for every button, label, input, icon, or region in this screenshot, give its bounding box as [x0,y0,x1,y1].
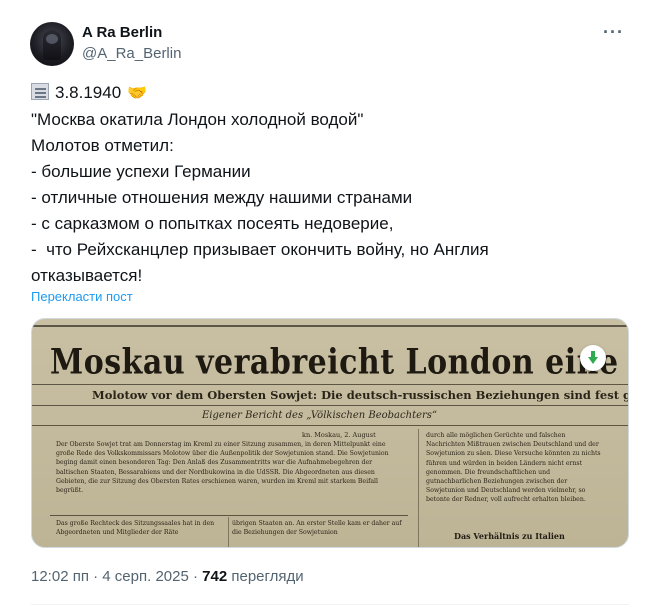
post-line: - с сарказмом о попытках посеять недовер… [31,214,394,233]
newspaper-column-head: Das Verhältnis zu Italien [454,531,565,541]
post-line: - большие успехи Германии [31,162,251,181]
newspaper-emoji-icon [31,83,49,100]
post-line: - отличные отношения между нашими страна… [31,188,413,207]
avatar[interactable] [30,22,74,66]
paper-rule [32,384,628,385]
column-divider [228,517,229,547]
post-time[interactable]: 12:02 пп [31,568,89,585]
newspaper-column: Das große Rechteck des Sitzungssaales ha… [56,520,215,537]
newspaper-headline: Moskau verabreicht London eine kalte Dus… [50,342,628,383]
meta-separator: · [88,568,103,585]
paper-rule [50,515,408,516]
author-handle[interactable]: @A_Ra_Berlin [82,45,181,62]
post-date[interactable]: 4 серп. 2025 [102,568,189,585]
meta-separator: · [188,568,203,585]
divider [31,604,629,605]
newspaper-column: Der Oberste Sowjet trat am Donnerstag im… [56,441,389,495]
post-line: - что Рейхсканцлер призывает окончить во… [31,240,489,259]
views-label: перегляди [231,568,304,585]
translate-post-link[interactable]: Перекласти пост [31,289,133,304]
post-text: 3.8.1940 🤝 "Москва окатила Лондон холодно… [31,80,591,289]
newspaper-column: durch alle möglichen Gerüchte und falsch… [426,432,601,504]
post-date: 3.8.1940 [55,83,122,102]
post-meta: 12:02 пп · 4 серп. 2025 · 742 перегляди [31,568,304,585]
newspaper-column: übrigen Staaten an. An erster Stelle kam… [232,520,402,537]
paper-rule [32,405,628,406]
views-count: 742 [202,568,228,585]
download-arrow-icon [588,351,598,364]
post-line-date: 3.8.1940 🤝 [31,80,591,107]
author-name[interactable]: A Ra Berlin [82,24,162,41]
column-divider [418,429,419,547]
post-line: "Москва окатила Лондон холодной водой" [31,110,364,129]
post-line: Молотов отметил: [31,136,174,155]
post-line: отказывается! [31,266,143,285]
newspaper-subhead: Molotow vor dem Obersten Sowjet: Die deu… [92,388,628,402]
handshake-emoji-icon: 🤝 [127,85,148,102]
download-icon[interactable] [580,345,606,371]
paper-rule [32,425,628,426]
tweet: A Ra Berlin @A_Ra_Berlin ··· 3.8.1940 🤝 "… [0,0,650,608]
media-image[interactable]: Moskau verabreicht London eine kalte Dus… [31,318,629,548]
newspaper-byline: Eigener Bericht des „Völkischen Beobacht… [202,410,438,421]
more-icon[interactable]: ··· [603,22,624,43]
avatar-face [46,34,58,44]
paper-rule [32,325,628,327]
newspaper-location: kn. Moskau, 2. August [302,431,376,439]
